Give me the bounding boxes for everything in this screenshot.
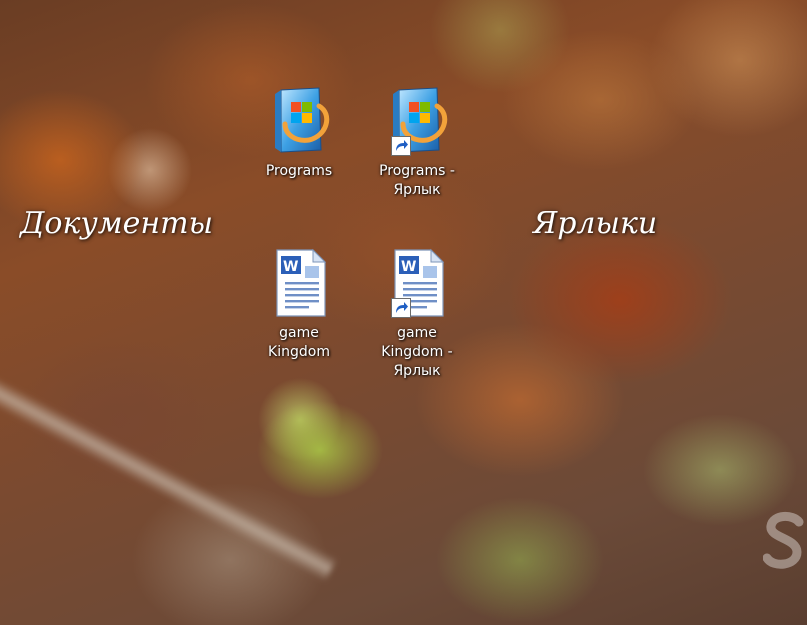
windows-folder-icon — [267, 84, 331, 156]
desktop-icon-label: Programs - Ярлык — [379, 163, 455, 198]
documents-zone-label: Документы — [20, 206, 214, 241]
svg-text:W: W — [401, 259, 416, 275]
desktop-icon-game-kingdom[interactable]: W game Kingdom — [249, 246, 349, 362]
word-document-icon: W — [267, 246, 331, 318]
shortcut-arrow-icon — [391, 298, 411, 318]
watermark-glyph-icon — [762, 512, 804, 569]
windows-folder-icon — [385, 84, 449, 156]
shortcut-arrow-icon — [391, 136, 411, 156]
desktop-icon-game-kingdom-shortcut[interactable]: W game Kingdom - Ярлык — [367, 246, 467, 381]
background-branch — [0, 361, 337, 582]
desktop-icon-label: game Kingdom — [268, 325, 330, 360]
desktop-icon-programs-shortcut[interactable]: Programs - Ярлык — [367, 84, 467, 200]
desktop-icon-label: game Kingdom - Ярлык — [381, 325, 453, 379]
desktop-icon-label: Programs — [265, 163, 333, 179]
desktop-icon-programs[interactable]: Programs — [249, 84, 349, 181]
corner-watermark — [762, 508, 807, 590]
svg-text:W: W — [283, 259, 298, 275]
shortcuts-zone-label: Ярлыки — [533, 206, 658, 241]
word-document-icon: W — [385, 246, 449, 318]
desktop-background[interactable]: Документы Ярлыки Programs Programs - Ярл… — [0, 0, 807, 625]
